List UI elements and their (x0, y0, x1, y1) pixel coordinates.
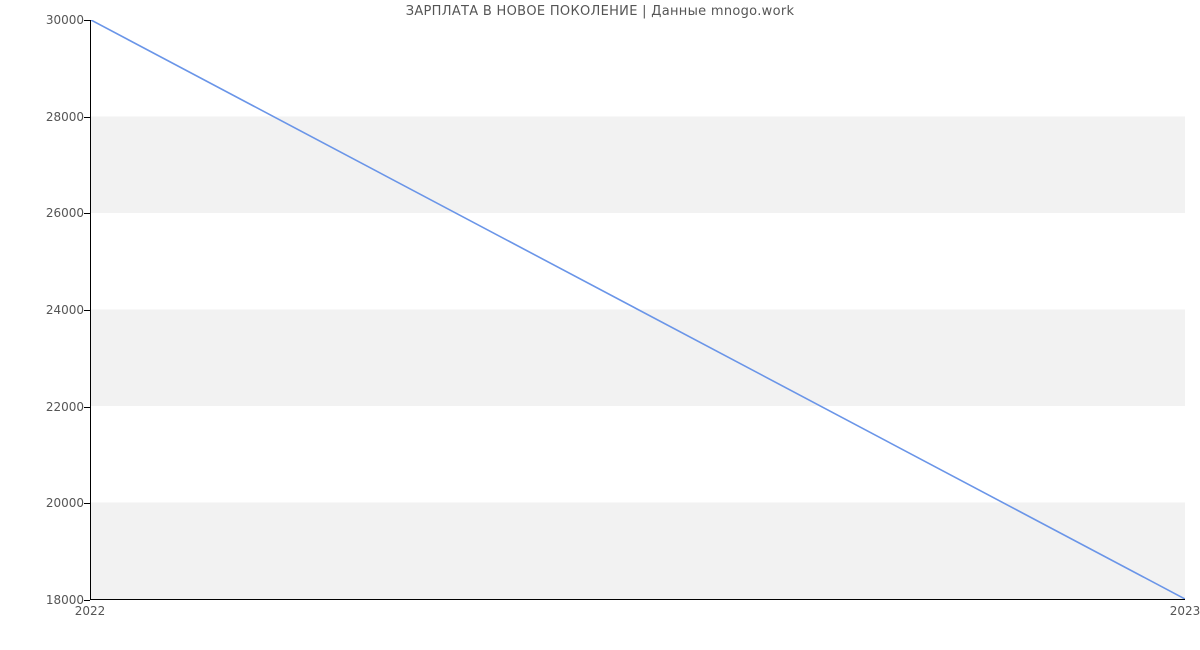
plot-area (90, 20, 1185, 600)
y-tick-label: 22000 (46, 400, 84, 414)
y-tick-label: 30000 (46, 13, 84, 27)
y-tick-mark (84, 20, 90, 21)
y-tick-label: 26000 (46, 206, 84, 220)
y-tick-mark (84, 503, 90, 504)
grid-band (91, 503, 1185, 600)
y-tick-label: 20000 (46, 496, 84, 510)
y-tick-mark (84, 310, 90, 311)
grid-band (91, 117, 1185, 214)
y-tick-mark (84, 117, 90, 118)
chart-stage: ЗАРПЛАТА В НОВОЕ ПОКОЛЕНИЕ | Данные mnog… (0, 0, 1200, 650)
y-tick-mark (84, 407, 90, 408)
y-tick-mark (84, 213, 90, 214)
x-tick-label: 2022 (75, 604, 106, 618)
plot-svg (91, 20, 1185, 599)
y-tick-mark (84, 600, 90, 601)
x-tick-label: 2023 (1170, 604, 1200, 618)
y-tick-label: 24000 (46, 303, 84, 317)
y-tick-label: 28000 (46, 110, 84, 124)
chart-title: ЗАРПЛАТА В НОВОЕ ПОКОЛЕНИЕ | Данные mnog… (0, 4, 1200, 19)
grid-band (91, 310, 1185, 407)
